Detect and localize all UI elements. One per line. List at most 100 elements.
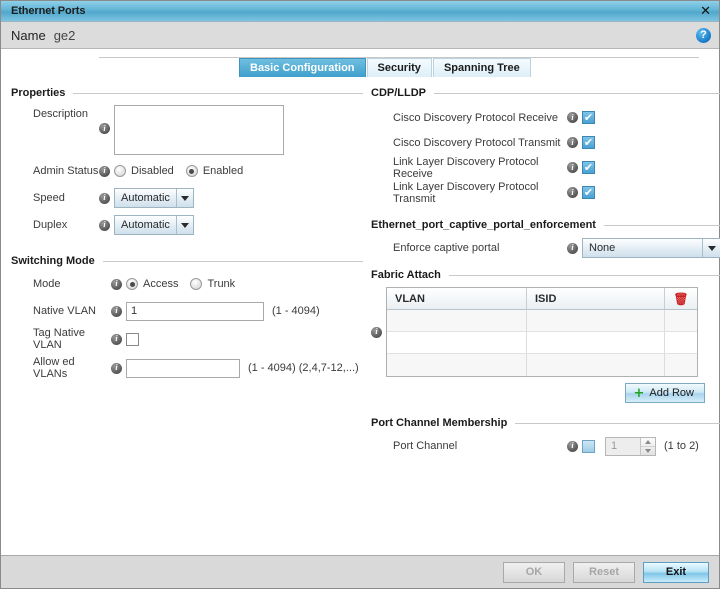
tab-list: Basic Configuration Security Spanning Tr… (239, 58, 532, 77)
allowed-vlans-row: Allow ed VLANs i (1 - 4094) (2,4,7-12,..… (11, 356, 363, 380)
speed-value: Automatic (121, 192, 170, 204)
cdp-transmit-checkbox[interactable] (582, 136, 595, 149)
port-channel-section-header: Port Channel Membership (371, 417, 720, 429)
close-icon[interactable]: ✕ (698, 5, 713, 18)
native-vlan-input[interactable]: 1 (126, 301, 264, 321)
tab-security[interactable]: Security (366, 58, 432, 77)
info-icon[interactable]: i (99, 192, 110, 204)
fabric-attach-rule (448, 274, 720, 276)
chevron-down-icon (177, 195, 193, 201)
enforce-captive-portal-dropdown[interactable]: None (582, 238, 720, 258)
admin-status-row: Admin Status i Disabled Enabled (11, 160, 363, 182)
stepper-up-icon[interactable] (641, 438, 655, 447)
speed-dropdown[interactable]: Automatic (114, 188, 194, 208)
mode-row: Mode i Access Trunk (11, 273, 363, 295)
cell-vlan (387, 332, 527, 353)
lldp-transmit-row: Link Layer Discovery Protocol Transmit i (371, 180, 720, 205)
reset-button[interactable]: Reset (573, 561, 635, 583)
duplex-row: Duplex i Automatic (11, 214, 363, 236)
title-bar: Ethernet Ports ✕ (1, 1, 719, 22)
info-icon[interactable]: i (99, 123, 110, 134)
duplex-dropdown[interactable]: Automatic (114, 215, 194, 235)
cell-delete (665, 310, 697, 331)
info-icon[interactable]: i (111, 305, 122, 317)
port-channel-stepper[interactable]: 1 (605, 436, 656, 456)
add-row-button[interactable]: + Add Row (625, 383, 705, 403)
info-icon[interactable]: i (99, 165, 110, 177)
left-column: Properties Description i Admin Status i … (11, 87, 363, 555)
lldp-receive-checkbox[interactable] (582, 161, 595, 174)
cdp-receive-checkbox[interactable] (582, 111, 595, 124)
lldp-transmit-checkbox[interactable] (582, 186, 595, 199)
radio-admin-disabled-label[interactable]: Disabled (131, 165, 174, 177)
cdp-transmit-row: Cisco Discovery Protocol Transmit i (371, 130, 720, 155)
radio-admin-enabled-label[interactable]: Enabled (203, 165, 243, 177)
info-icon[interactable]: i (111, 362, 122, 374)
radio-mode-access-label[interactable]: Access (143, 278, 178, 290)
radio-admin-disabled[interactable] (114, 165, 126, 177)
mode-radio-group: Access Trunk (126, 278, 247, 290)
chevron-down-icon (703, 245, 720, 251)
allowed-vlans-hint: (1 - 4094) (2,4,7-12,...) (248, 362, 359, 374)
cell-vlan (387, 354, 527, 376)
column-header-vlan[interactable]: VLAN (387, 288, 527, 309)
info-icon[interactable]: i (567, 137, 578, 148)
info-icon[interactable]: i (99, 219, 110, 231)
tag-native-vlan-checkbox[interactable] (126, 332, 139, 346)
admin-status-radio-group: Disabled Enabled (114, 165, 255, 177)
radio-mode-trunk-label[interactable]: Trunk (207, 278, 235, 290)
cell-delete (665, 354, 697, 376)
tab-spanning-tree[interactable]: Spanning Tree (432, 58, 531, 77)
properties-rule (73, 92, 363, 94)
lldp-receive-label: Link Layer Discovery Protocol Receive (393, 155, 539, 180)
cdp-lldp-list: Cisco Discovery Protocol Receive i Cisco… (371, 105, 720, 205)
info-icon[interactable]: i (567, 187, 578, 198)
cell-isid (527, 310, 665, 331)
table-row[interactable] (387, 310, 697, 332)
dialog-body: Properties Description i Admin Status i … (1, 83, 720, 555)
trash-icon[interactable]: 🗑 (673, 293, 688, 305)
help-icon[interactable]: ? (696, 27, 711, 43)
column-header-isid[interactable]: ISID (527, 288, 665, 309)
properties-title: Properties (11, 87, 66, 99)
info-icon[interactable]: i (111, 333, 122, 345)
lldp-transmit-label: Link Layer Discovery Protocol Transmit (393, 180, 539, 205)
radio-mode-access[interactable] (126, 278, 138, 290)
description-row: Description i (11, 105, 363, 155)
radio-mode-trunk[interactable] (190, 278, 203, 290)
radio-admin-enabled[interactable] (185, 165, 198, 177)
info-icon[interactable]: i (567, 242, 578, 254)
stepper-down-icon[interactable] (641, 447, 655, 455)
info-icon[interactable]: i (111, 278, 122, 290)
ok-button[interactable]: OK (503, 561, 565, 583)
info-icon[interactable]: i (567, 162, 578, 173)
cell-isid (527, 354, 665, 376)
name-label: Name (11, 27, 46, 43)
fabric-attach-title: Fabric Attach (371, 269, 441, 281)
info-icon[interactable]: i (371, 326, 382, 338)
port-channel-value: 1 (611, 440, 618, 452)
allowed-vlans-input[interactable] (126, 358, 240, 378)
cdp-lldp-rule (434, 92, 720, 94)
port-channel-checkbox[interactable] (582, 439, 595, 453)
exit-button[interactable]: Exit (643, 561, 709, 583)
captive-portal-title: Ethernet_port_captive_portal_enforcement (371, 219, 596, 231)
port-channel-label: Port Channel (393, 440, 458, 452)
tag-native-vlan-row: Tag Native VLAN i (11, 327, 363, 351)
cell-delete (665, 332, 697, 353)
description-input[interactable] (114, 105, 284, 155)
switching-mode-title: Switching Mode (11, 255, 95, 267)
table-row[interactable] (387, 332, 697, 354)
info-icon[interactable]: i (567, 112, 578, 123)
native-vlan-row: Native VLAN i 1 (1 - 4094) (11, 300, 363, 322)
description-label: Description (33, 108, 89, 120)
info-icon[interactable]: i (567, 440, 578, 452)
duplex-value: Automatic (121, 219, 170, 231)
allowed-vlans-label: Allow ed VLANs (33, 356, 75, 380)
lldp-receive-row: Link Layer Discovery Protocol Receive i (371, 155, 720, 180)
tab-basic-configuration[interactable]: Basic Configuration (239, 58, 366, 77)
table-row[interactable] (387, 354, 697, 376)
